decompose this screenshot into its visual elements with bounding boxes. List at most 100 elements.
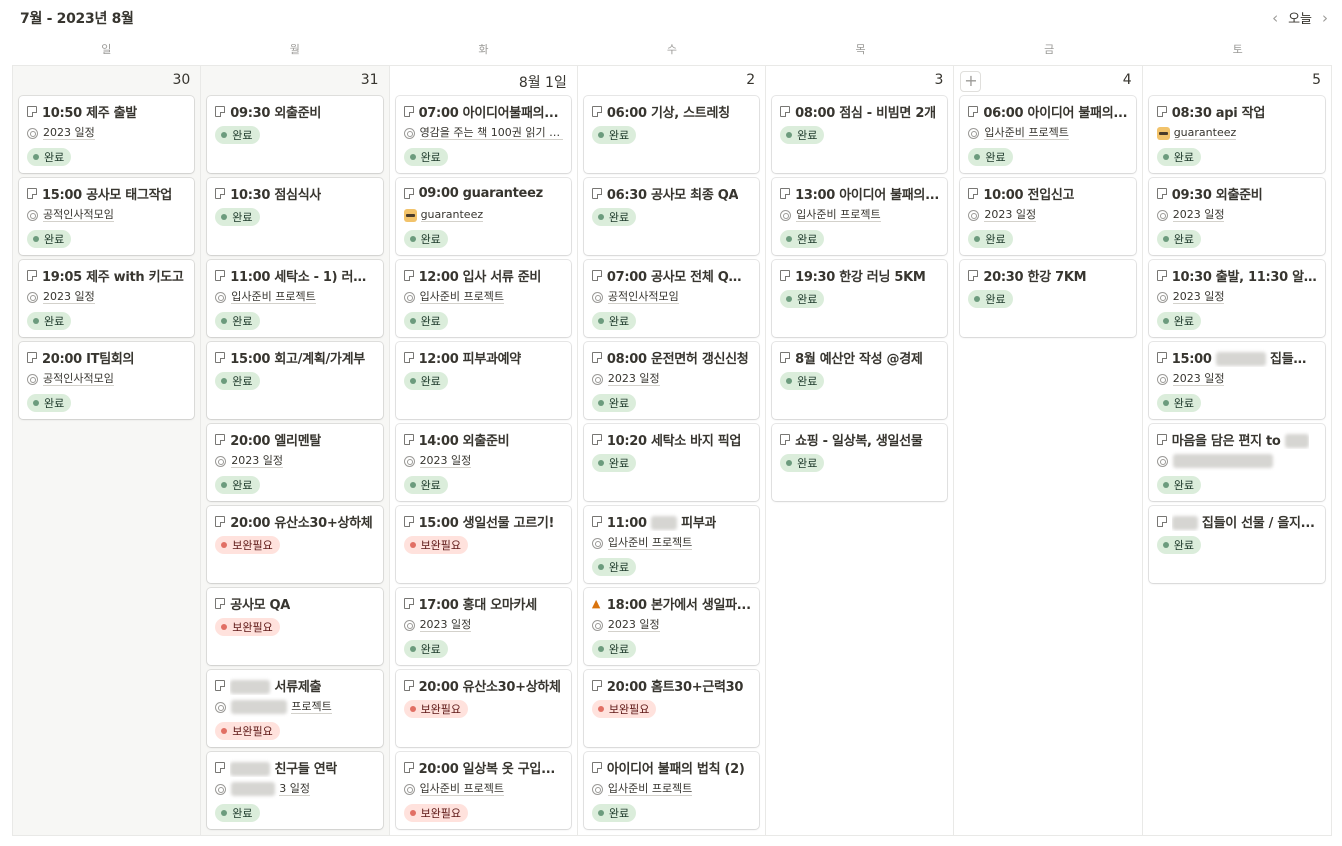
- calendar-header: 7월 - 2023년 8월 ‹ 오늘 ›: [0, 0, 1342, 36]
- relation-label[interactable]: 2023 일정: [43, 290, 95, 304]
- relation-label[interactable]: 2023 일정: [984, 208, 1037, 222]
- cake-icon: ▲: [591, 596, 601, 610]
- event-card[interactable]: 10:30 출발, 11:30 알... 2023 일정완료: [1148, 260, 1325, 337]
- status-badge: 완료: [215, 208, 260, 226]
- day-header: 31: [201, 66, 388, 96]
- relation-label[interactable]: 공적인사적모임: [43, 372, 114, 386]
- relation-label[interactable]: 2023 일정: [1172, 208, 1225, 222]
- event-card[interactable]: 11:00 피부과 입사준비 프로젝트 완료: [583, 506, 760, 583]
- status-row: 보완필요: [403, 533, 563, 554]
- event-card[interactable]: 11:00 세탁소 - 1) 러그 ... 입사준비 프로젝트 완료: [207, 260, 383, 337]
- event-card[interactable]: 07:00 공사모 전체 QA... 공적인사적모임 완료: [583, 260, 760, 337]
- event-card[interactable]: 아이디어 불패의 법칙 (2) 입사준비 프로젝트 완료: [583, 752, 760, 829]
- relation-label[interactable]: 영감을 주는 책 100권 읽기 (주 1: [419, 126, 563, 140]
- event-card[interactable]: 20:00 IT팀회의 공적인사적모임 완료: [19, 342, 195, 419]
- chevron-right-icon[interactable]: ›: [1322, 10, 1328, 26]
- relation-label[interactable]: 2023 일정: [419, 454, 472, 468]
- event-card[interactable]: 20:00 일상복 옷 구입... 입사준비 프로젝트 보완필요: [395, 752, 571, 829]
- event-card[interactable]: 09:30 외출준비 2023 일정 완료: [1148, 178, 1325, 255]
- event-card[interactable]: 15:00 회고/계획/가계부 완료: [207, 342, 383, 419]
- event-title: 10:30 출발, 11:30 알...: [1171, 269, 1317, 285]
- status-row: 완료: [780, 369, 939, 390]
- relation-label[interactable]: guaranteez: [1173, 126, 1237, 140]
- relation-label[interactable]: 입사준비 프로젝트: [231, 290, 316, 304]
- relation-label[interactable]: 입사준비 프로젝트: [796, 208, 881, 222]
- event-title-row: 20:00 유산소30+상하체: [215, 511, 374, 531]
- relation-label[interactable]: 3 일정: [279, 782, 311, 796]
- weekday-label: 토: [1232, 43, 1243, 56]
- event-card[interactable]: 20:00 홈트30+근력30 보완필요: [583, 670, 760, 747]
- status-label: 완료: [420, 233, 441, 246]
- event-card[interactable]: 친구들 연락 3 일정 완료: [207, 752, 383, 829]
- event-card[interactable]: 15:00 공사모 태그작업 공적인사적모임 완료: [19, 178, 195, 255]
- event-card[interactable]: 17:00 홍대 오마카세 2023 일정 완료: [395, 588, 571, 665]
- relation-label[interactable]: 공적인사적모임: [607, 290, 679, 304]
- relation-label[interactable]: 2023 일정: [43, 126, 95, 140]
- event-card[interactable]: 08:30 api 작업 guaranteez 완료: [1148, 96, 1325, 173]
- event-card[interactable]: 06:30 공사모 최종 QA 완료: [583, 178, 760, 255]
- relation-label[interactable]: 2023 일정: [419, 618, 472, 632]
- event-relation: 2023 일정: [403, 451, 563, 471]
- relation-label[interactable]: 프로젝트: [291, 700, 332, 714]
- event-card[interactable]: 20:30 한강 7KM 완료: [960, 260, 1136, 337]
- status-label: 완료: [1173, 315, 1194, 328]
- status-row: 완료: [27, 391, 186, 412]
- status-row: 완료: [215, 123, 374, 144]
- relation-label[interactable]: 입사준비 프로젝트: [419, 290, 505, 304]
- event-card[interactable]: 19:05 제주 with 키도고 2023 일정 완료: [19, 260, 195, 337]
- event-card[interactable]: 19:30 한강 러닝 5KM 완료: [772, 260, 948, 337]
- event-card[interactable]: 14:00 외출준비 2023 일정 완료: [395, 424, 571, 501]
- event-card[interactable]: 12:00 피부과예약 완료: [395, 342, 571, 419]
- status-badge: 완료: [780, 290, 825, 308]
- event-title: 20:30 한강 7KM: [983, 269, 1087, 285]
- event-title: 07:00 아이디어불패의...: [418, 105, 559, 121]
- relation-label[interactable]: 2023 일정: [1172, 290, 1225, 304]
- relation-label[interactable]: 입사준비 프로젝트: [419, 782, 505, 796]
- event-card[interactable]: 10:50 제주 출발 2023 일정 완료: [19, 96, 195, 173]
- event-card[interactable]: 20:00 엘리멘탈 2023 일정 완료: [207, 424, 383, 501]
- event-card[interactable]: 공사모 QA 보완필요: [207, 588, 383, 665]
- event-card[interactable]: 15:00 집들이... 2023 일정 완료: [1148, 342, 1325, 419]
- relation-label[interactable]: 2023 일정: [607, 618, 660, 632]
- event-card[interactable]: ▲ 18:00 본가에서 생일파... 2023 일정 완료: [583, 588, 760, 665]
- event-card[interactable]: 8월 예산안 작성 @경제 완료: [772, 342, 948, 419]
- today-button[interactable]: 오늘: [1288, 8, 1312, 27]
- event-card[interactable]: 20:00 유산소30+상하체 보완필요: [207, 506, 383, 583]
- relation-label[interactable]: 입사준비 프로젝트: [607, 782, 693, 796]
- status-row: 완료: [27, 309, 186, 330]
- page-icon: [215, 269, 226, 281]
- event-card[interactable]: 집들이 선물 / 을지... 완료: [1148, 506, 1325, 583]
- event-card[interactable]: 08:00 점심 - 비빔면 2개 완료: [772, 96, 948, 173]
- event-card[interactable]: 서류제출 프로젝트 보완필요: [207, 670, 383, 747]
- relation-label[interactable]: 2023 일정: [231, 454, 284, 468]
- status-dot: [221, 214, 228, 220]
- event-card[interactable]: 09:00 guaranteez guaranteez 완료: [395, 178, 571, 255]
- status-label: 완료: [1173, 539, 1194, 552]
- relation-label[interactable]: guaranteez: [420, 208, 484, 222]
- event-card[interactable]: 06:00 기상, 스트레칭 완료: [583, 96, 760, 173]
- relation-label[interactable]: 공적인사적모임: [43, 208, 114, 222]
- event-card[interactable]: 07:00 아이디어불패의... 영감을 주는 책 100권 읽기 (주 1 완료: [395, 96, 571, 173]
- status-label: 완료: [420, 151, 441, 164]
- event-card[interactable]: 마음을 담은 편지 to 완료: [1148, 424, 1325, 501]
- event-card[interactable]: 20:00 유산소30+상하체 보완필요: [395, 670, 571, 747]
- relation-label[interactable]: 2023 일정: [1172, 372, 1225, 386]
- event-card[interactable]: 09:30 외출준비 완료: [207, 96, 383, 173]
- event-card[interactable]: 13:00 아이디어 불패의... 입사준비 프로젝트 완료: [772, 178, 948, 255]
- event-card[interactable]: 10:00 전입신고 2023 일정 완료: [960, 178, 1136, 255]
- relation-label[interactable]: 2023 일정: [607, 372, 660, 386]
- event-card[interactable]: 12:00 입사 서류 준비 입사준비 프로젝트 완료: [395, 260, 571, 337]
- event-relation: guaranteez: [403, 205, 563, 225]
- event-card[interactable]: 10:20 세탁소 바지 픽업 완료: [583, 424, 760, 501]
- event-card[interactable]: 15:00 생일선물 고르기! 보완필요: [395, 506, 571, 583]
- event-title-row: 12:00 피부과예약: [403, 347, 563, 367]
- event-card[interactable]: 10:30 점심식사 완료: [207, 178, 383, 255]
- plus-icon[interactable]: +: [960, 71, 982, 92]
- event-title: 18:00 본가에서 생일파...: [606, 597, 751, 613]
- chevron-left-icon[interactable]: ‹: [1272, 10, 1278, 26]
- relation-label[interactable]: 입사준비 프로젝트: [984, 126, 1069, 140]
- event-card[interactable]: 쇼핑 - 일상복, 생일선물 완료: [772, 424, 948, 501]
- event-card[interactable]: 08:00 운전면허 갱신신청 2023 일정 완료: [583, 342, 760, 419]
- relation-label[interactable]: 입사준비 프로젝트: [607, 536, 693, 550]
- event-card[interactable]: 06:00 아이디어 불패의... 입사준비 프로젝트 완료: [960, 96, 1136, 173]
